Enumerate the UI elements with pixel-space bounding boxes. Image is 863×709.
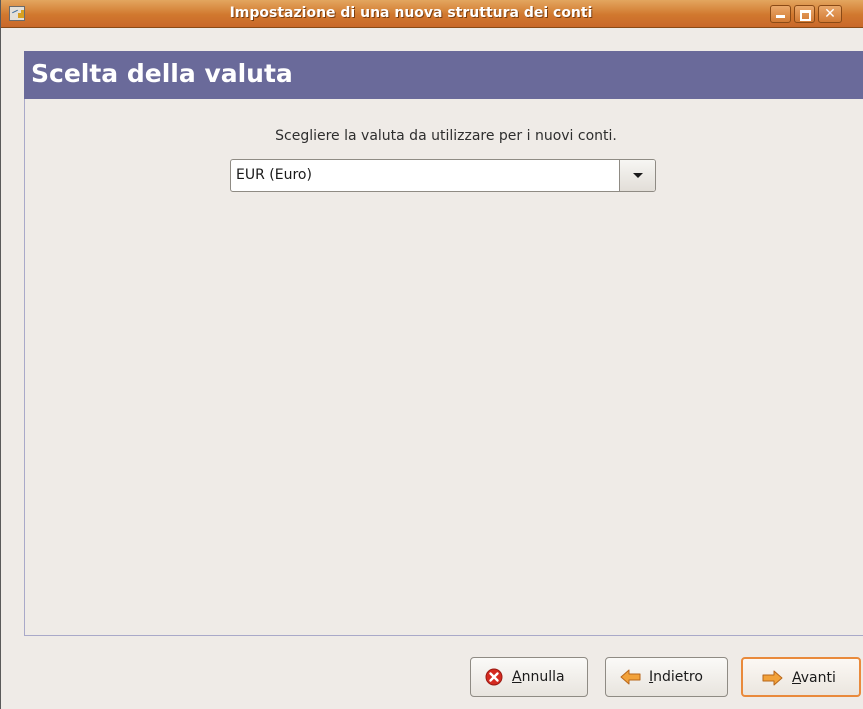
next-button-label: Avanti [792,670,836,686]
back-button[interactable]: Indietro [605,657,728,697]
back-button-label: Indietro [649,669,703,685]
instruction-text: Scegliere la valuta da utilizzare per i … [275,128,617,144]
window-title: Impostazione di una nuova struttura dei … [229,5,593,21]
maximize-button[interactable] [794,5,815,23]
arrow-left-icon [620,669,641,685]
cancel-button[interactable]: Annulla [470,657,588,697]
cancel-button-label: Annulla [512,669,565,685]
close-button[interactable]: ✕ [818,5,842,23]
minimize-button[interactable] [770,5,791,23]
arrow-right-icon [762,670,783,686]
page-header: Scelta della valuta [24,51,863,99]
page-title: Scelta della valuta [31,59,293,88]
close-icon: ✕ [824,6,836,22]
currency-select-value: EUR (Euro) [236,167,312,183]
currency-select-toggle[interactable] [619,160,655,191]
currency-select[interactable]: EUR (Euro) [230,159,656,192]
cancel-x-icon [485,668,503,686]
title-bar[interactable]: Impostazione di una nuova struttura dei … [1,0,863,28]
next-button[interactable]: Avanti [741,657,861,697]
chevron-down-icon [633,173,643,178]
assistant-window: Impostazione di una nuova struttura dei … [0,0,863,709]
